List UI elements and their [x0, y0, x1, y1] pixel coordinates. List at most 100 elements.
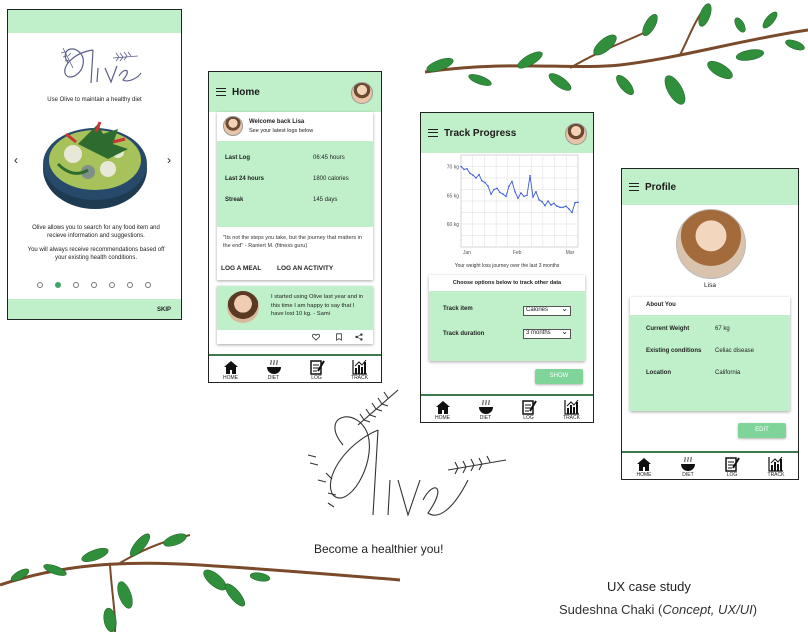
- next-arrow-icon[interactable]: ›: [167, 153, 171, 167]
- track-item-select[interactable]: Calories: [523, 304, 571, 316]
- page-title: Track Progress: [444, 127, 517, 139]
- profile-field-label: Current Weight: [646, 326, 690, 332]
- chart-caption: Your weight loss journey over the last 3…: [454, 263, 560, 269]
- chart-point: [472, 174, 474, 176]
- pagination-dot[interactable]: [73, 282, 79, 288]
- prev-arrow-icon[interactable]: ‹: [14, 153, 18, 167]
- weight-chart: 70 kg 65 kg 60 kg Jan Feb Mar: [447, 154, 579, 256]
- chart-point: [541, 200, 543, 203]
- profile-field-label: Existing conditions: [646, 348, 702, 354]
- quote-text: "Its not the steps you take, but the jou…: [223, 235, 362, 250]
- track-progress-screen: Track Progress 70 kg 65 kg 60 kg Jan Feb Mar …: [420, 112, 594, 423]
- chart-point: [565, 205, 567, 207]
- log-activity-link[interactable]: LOG AN ACTIVITY: [277, 265, 333, 272]
- pagination-dot[interactable]: [127, 282, 133, 288]
- pagination-dot[interactable]: [145, 282, 151, 288]
- chart-point: [514, 191, 516, 193]
- nav-item-track[interactable]: TRACK: [762, 456, 790, 479]
- bookmark-icon[interactable]: [335, 333, 343, 341]
- nav-item-diet[interactable]: DIET: [260, 359, 288, 382]
- nav-label: DIET: [267, 375, 280, 381]
- testimonial-text: I started using Olive last year and in t…: [271, 294, 364, 318]
- profile-field-value: California: [715, 370, 741, 376]
- pagination-dot[interactable]: [109, 282, 115, 288]
- chart-point: [535, 191, 537, 193]
- chart-point: [532, 196, 534, 198]
- bar-chart-icon: [563, 399, 579, 415]
- nav-item-diet[interactable]: DIET: [674, 456, 702, 479]
- nav-label: LOG: [726, 472, 738, 478]
- chart-point: [466, 168, 468, 170]
- food-bowl-illustration: [43, 121, 147, 209]
- chart-point: [493, 188, 495, 191]
- nav-label: HOME: [636, 472, 652, 478]
- nav-item-log[interactable]: LOG: [303, 359, 331, 382]
- chart-point: [508, 185, 510, 187]
- about-title: About You: [646, 302, 676, 308]
- welcome-card: Welcome back Lisa See your latest logs b…: [217, 112, 373, 280]
- onboarding-screen: Use Olive to maintain a healthy diet ‹ ›…: [7, 9, 182, 320]
- home-screen: Home Welcome back Lisa See your latest l…: [208, 71, 382, 383]
- vine-top-right-decoration: [424, 3, 808, 105]
- options-panel: [429, 291, 585, 361]
- status-bar: [8, 10, 181, 33]
- profile-photo: [676, 209, 746, 279]
- nav-item-home[interactable]: HOME: [630, 456, 658, 479]
- nav-item-home[interactable]: HOME: [217, 359, 245, 382]
- onboarding-description-2: You will always receive recommendations …: [27, 247, 165, 261]
- welcome-title: Welcome back Lisa: [249, 119, 305, 125]
- log-value: 06:45 hours: [313, 155, 345, 161]
- avatar[interactable]: [351, 82, 373, 104]
- show-button[interactable]: SHOW: [535, 369, 583, 384]
- chart-y-tick: 70 kg: [447, 165, 459, 171]
- brand-tagline: Become a healthier you!: [314, 542, 444, 556]
- chart-x-tick: Mar: [566, 250, 575, 256]
- author-name: Sudeshna Chaki: [559, 602, 655, 617]
- avatar[interactable]: [565, 123, 587, 145]
- nav-item-log[interactable]: LOG: [515, 399, 543, 422]
- chart-point: [490, 193, 492, 195]
- chart-point: [559, 206, 561, 209]
- edit-button[interactable]: EDIT: [738, 423, 786, 438]
- user-avatar: [223, 116, 243, 136]
- chart-x-tick: Jan: [463, 250, 471, 256]
- chart-point: [460, 165, 462, 168]
- menu-icon[interactable]: [629, 183, 639, 191]
- chart-point: [520, 192, 522, 194]
- chart-point: [469, 172, 471, 175]
- olive-logo: [60, 47, 142, 84]
- nav-item-track[interactable]: TRACK: [346, 359, 374, 382]
- chart-point: [568, 208, 570, 210]
- chart-point: [487, 185, 489, 187]
- share-icon[interactable]: [355, 333, 363, 341]
- nav-label: DIET: [682, 472, 694, 478]
- chart-point: [484, 181, 486, 184]
- heart-icon[interactable]: [312, 333, 320, 341]
- nav-label: HOME: [223, 375, 238, 381]
- page-title: Profile: [645, 181, 677, 193]
- log-meal-link[interactable]: LOG A MEAL: [221, 265, 261, 272]
- home-icon: [637, 458, 651, 471]
- track-duration-select[interactable]: 3 months: [523, 327, 571, 339]
- chart-point: [571, 211, 573, 214]
- bowl-icon: [266, 359, 281, 374]
- chart-point: [499, 191, 501, 194]
- home-icon: [223, 361, 238, 374]
- pagination-dot[interactable]: [55, 282, 61, 288]
- menu-icon[interactable]: [216, 88, 226, 96]
- menu-icon[interactable]: [428, 129, 438, 137]
- profile-field-label: Location: [646, 370, 671, 376]
- log-label: Last 24 hours: [225, 176, 265, 182]
- nav-label: LOG: [523, 415, 534, 421]
- log-label: Streak: [225, 197, 244, 203]
- options-title: Choose options below to track other data: [452, 280, 562, 286]
- nav-item-track[interactable]: TRACK: [558, 399, 586, 422]
- nav-item-log[interactable]: LOG: [718, 456, 746, 479]
- author-role-close: ): [752, 602, 758, 617]
- pagination-dot[interactable]: [37, 282, 43, 288]
- chart-point: [547, 200, 549, 202]
- skip-button[interactable]: SKIP: [157, 307, 171, 313]
- chart-point: [550, 204, 552, 206]
- pagination-dot[interactable]: [91, 282, 97, 288]
- chart-point: [562, 206, 564, 209]
